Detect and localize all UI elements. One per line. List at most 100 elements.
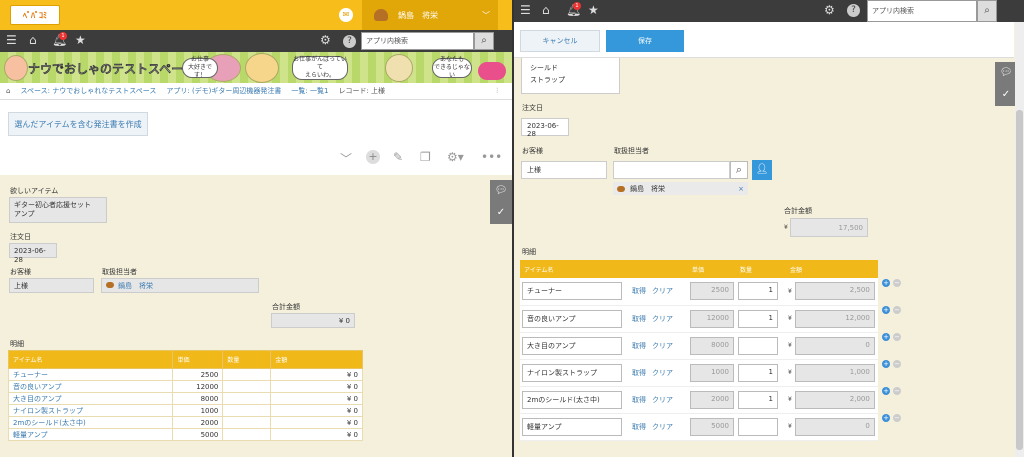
chevron-down-icon[interactable]: ﹀ [340,150,352,167]
app-logo[interactable]: ﾍﾟﾊﾟｺﾐ [10,5,60,25]
user-icon[interactable]: 👤︎ [752,160,772,180]
item-name-cell[interactable]: 音の良いアンプ [7,380,174,393]
more-icon[interactable]: ••• [481,150,502,164]
save-button[interactable]: 保存 [606,30,684,52]
item-name-input[interactable]: 大き目のアンプ [522,336,622,355]
add-row-icon[interactable]: + [882,279,890,287]
clear-link[interactable]: クリア [652,286,673,296]
wanted-option[interactable]: ストラップ [530,74,611,86]
check-icon[interactable]: ✓ [995,84,1017,106]
add-row-icon[interactable]: + [882,360,890,368]
get-link[interactable]: 取得 [632,395,646,405]
chat-icon[interactable]: 💬︎ [995,62,1017,84]
mail-icon[interactable]: ✉ [339,8,353,22]
item-name-input[interactable]: 2mのシールド(太さ中) [522,390,622,409]
remove-row-icon[interactable]: − [893,279,901,287]
add-row-icon[interactable]: + [882,414,890,422]
pin-icon[interactable]: ⫶ [496,87,498,96]
home-icon[interactable]: ⌂ [29,33,37,47]
breadcrumb-app[interactable]: アプリ: (デモ)ギター周辺機器発注書 [166,86,281,96]
clear-link[interactable]: クリア [652,314,673,324]
clear-link[interactable]: クリア [652,368,673,378]
item-name-input[interactable]: 軽量アンプ [522,417,622,436]
get-link[interactable]: 取得 [632,286,646,296]
item-name-cell[interactable]: ナイロン製ストラップ [7,404,174,417]
cancel-button[interactable]: キャンセル [520,30,600,52]
remove-staff-icon[interactable]: × [738,185,744,193]
chat-icon[interactable]: 💬︎ [490,180,512,202]
item-name-link[interactable]: チューナー [13,371,48,379]
clear-link[interactable]: クリア [652,395,673,405]
create-order-button[interactable]: 選んだアイテムを含む発注書を作成 [8,112,148,136]
qty-input[interactable] [738,417,778,436]
qty-input[interactable]: 1 [738,282,778,301]
copy-icon[interactable]: ❐ [420,150,431,164]
item-name-cell[interactable]: チューナー [7,368,174,381]
item-name-cell[interactable]: 2mのシールド(太さ中) [7,416,174,429]
qty-input[interactable]: 1 [738,309,778,328]
staff-search-input[interactable] [613,161,730,179]
search-icon[interactable]: ⌕ [730,161,748,179]
search-icon[interactable]: ⌕ [977,0,997,22]
edit-icon[interactable]: ✎ [393,150,403,164]
star-icon[interactable]: ★ [75,33,86,47]
add-row-icon[interactable]: + [882,387,890,395]
add-record-icon[interactable]: + [366,150,380,164]
customer-input[interactable]: 上様 [521,161,607,179]
gear-icon[interactable]: ⚙▾ [447,150,464,164]
menu-icon[interactable]: ☰ [520,3,531,17]
banner-bubble-3: あなたも できるじゃない [432,56,472,79]
clear-link[interactable]: クリア [652,422,673,432]
item-name-cell[interactable]: 軽量アンプ [7,428,174,441]
item-name-cell[interactable]: 大き目のアンプ [7,392,174,405]
get-link[interactable]: 取得 [632,422,646,432]
staff-name[interactable]: 鍋島 将栄 [118,282,153,290]
item-name-input[interactable]: チューナー [522,282,622,301]
qty-input[interactable]: 1 [738,363,778,382]
breadcrumb-view[interactable]: 一覧: 一覧1 [291,86,328,96]
amount-value: 0 [794,417,875,436]
col-item-name: アイテム名 [520,260,688,278]
item-name-link[interactable]: ナイロン製ストラップ [13,407,83,415]
breadcrumb-space[interactable]: スペース: ナウでおしゃれなテストスペース [20,86,156,96]
add-row-icon[interactable]: + [882,333,890,341]
clear-link[interactable]: クリア [652,341,673,351]
item-name-input[interactable]: 音の良いアンプ [522,309,622,328]
add-row-icon[interactable]: + [882,306,890,314]
scrollbar-thumb[interactable] [1016,110,1023,450]
user-menu[interactable]: 鍋島 将栄 ﹀ [362,0,498,30]
item-name-link[interactable]: 大き目のアンプ [13,395,62,403]
menu-icon[interactable]: ☰ [6,33,17,47]
help-icon[interactable]: ? [847,4,860,17]
get-link[interactable]: 取得 [632,314,646,324]
qty-input[interactable] [738,336,778,355]
remove-row-icon[interactable]: − [893,306,901,314]
get-link[interactable]: 取得 [632,341,646,351]
get-link[interactable]: 取得 [632,368,646,378]
amount-cell: ¥ 0 [270,404,363,417]
wanted-option[interactable]: シールド [530,62,611,74]
app-search-input[interactable]: アプリ内検索 [361,32,474,50]
item-name-link[interactable]: 音の良いアンプ [13,383,62,391]
remove-row-icon[interactable]: − [893,387,901,395]
item-name-link[interactable]: 2mのシールド(太さ中) [13,419,86,427]
remove-row-icon[interactable]: − [893,360,901,368]
staff-value: 鍋島 将栄 [101,278,259,293]
gear-icon[interactable]: ⚙ [320,33,331,47]
remove-row-icon[interactable]: − [893,414,901,422]
home-icon[interactable]: ⌂ [6,87,10,95]
star-icon[interactable]: ★ [588,3,599,17]
item-name-link[interactable]: 軽量アンプ [13,431,48,439]
item-name-input[interactable]: ナイロン製ストラップ [522,363,622,382]
qty-input[interactable]: 1 [738,390,778,409]
currency-symbol: ¥ [788,315,792,322]
check-icon[interactable]: ✓ [490,202,512,224]
home-icon[interactable]: ⌂ [542,3,550,17]
gear-icon[interactable]: ⚙ [824,3,835,17]
app-search-input[interactable]: アプリ内検索 [867,0,977,22]
search-icon[interactable]: ⌕ [474,32,494,50]
order-date-input[interactable]: 2023-06-28 [521,118,569,138]
remove-row-icon[interactable]: − [893,333,901,341]
table-row: 軽量アンプ 取得 クリア 5000 ¥0 [520,413,878,441]
help-icon[interactable]: ? [343,35,356,48]
